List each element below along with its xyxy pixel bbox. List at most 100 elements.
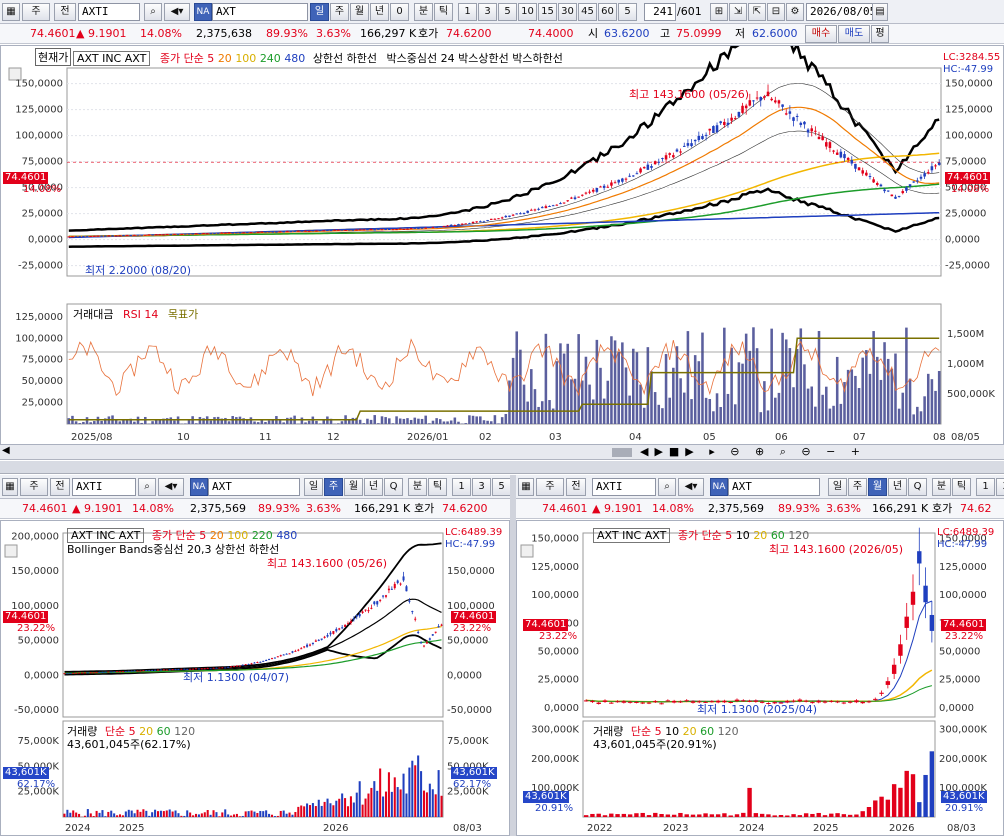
vol-amount-bar	[595, 339, 599, 424]
monthly-period-3[interactable]: 년	[888, 478, 907, 496]
weekly-settings-icon[interactable]: ▦	[2, 478, 18, 496]
tool-icon-2[interactable]: ⇲	[729, 3, 747, 21]
weekly-period-1[interactable]: 주	[324, 478, 343, 496]
main-period-2[interactable]: 월	[350, 3, 369, 21]
monthly-y-tick-right: 25,0000	[939, 675, 980, 686]
monthly-search-icon[interactable]: ⌕	[658, 478, 676, 496]
candle-body	[537, 208, 540, 210]
candle-body	[905, 187, 908, 191]
type-button[interactable]: 주	[22, 3, 50, 21]
monthly-type-button[interactable]: 주	[536, 478, 564, 496]
weekly-code-input[interactable]: AXTI	[72, 478, 136, 496]
monthly-speaker-icon[interactable]: ◀▾	[678, 478, 704, 496]
weekly-vol-bar	[276, 815, 279, 817]
monthly-period-6[interactable]: 틱	[952, 478, 971, 496]
main-period-3[interactable]: 년	[370, 3, 389, 21]
weekly-type-button[interactable]: 주	[20, 478, 48, 496]
weekly-vol-bar	[247, 811, 250, 817]
weekly-jeon-button[interactable]: 전	[50, 478, 70, 496]
monthly-period-5[interactable]: 분	[932, 478, 951, 496]
main-chart[interactable]: 150,0000 150,0000125,0000 125,0000100,0000…	[1, 46, 1003, 444]
date-input[interactable]: 2026/08/05	[806, 3, 876, 21]
main-minute-8[interactable]: 5	[618, 3, 637, 21]
count-input[interactable]: 241	[644, 3, 676, 21]
weekly-vol-bar	[142, 809, 145, 817]
weekly-candle-body	[408, 600, 411, 602]
monthly-settings-icon[interactable]: ▦	[518, 478, 534, 496]
weekly-candle-body	[89, 672, 92, 674]
candle-body	[872, 179, 875, 183]
main-minute-4[interactable]: 15	[538, 3, 557, 21]
nav-controls[interactable]: ◀▶■▶ ▸ ⊖ ⊕ ⌕ ⊖ − +	[640, 445, 866, 459]
candle-body	[795, 115, 799, 117]
sell-button[interactable]: 매도	[838, 25, 870, 43]
vol-amount-bar	[814, 406, 817, 424]
weekly-search-icon[interactable]: ⌕	[138, 478, 156, 496]
main-minute-6[interactable]: 45	[578, 3, 597, 21]
weekly-name-input[interactable]: AXT	[208, 478, 300, 496]
candle-body	[548, 205, 551, 207]
main-minute-3[interactable]: 10	[518, 3, 537, 21]
calendar-icon[interactable]: ▤	[872, 3, 888, 21]
main-period-6[interactable]: 틱	[434, 3, 453, 21]
monthly-chart[interactable]: 150,0000 150,0000125,0000 125,0000100,0000…	[517, 521, 1003, 835]
code-input[interactable]: AXTI	[78, 3, 140, 21]
candle-body	[249, 232, 253, 234]
weekly-period-2[interactable]: 월	[344, 478, 363, 496]
tool-icon-4[interactable]: ⊟	[767, 3, 785, 21]
monthly-volume: 2,375,569	[708, 502, 764, 515]
monthly-vol-pct-left: 20.91%	[535, 803, 574, 814]
weekly-period-4[interactable]: Q	[384, 478, 403, 496]
monthly-code-input[interactable]: AXTI	[592, 478, 656, 496]
main-minute-7[interactable]: 60	[598, 3, 617, 21]
main-legend: AXT INC AXT 종가 단순 5 20 100 240 480 상한선 하…	[73, 50, 563, 66]
monthly-period-0[interactable]: 일	[828, 478, 847, 496]
buy-button[interactable]: 매수	[805, 25, 837, 43]
weekly-period-5[interactable]: 분	[408, 478, 427, 496]
monthly-period-4[interactable]: Q	[908, 478, 927, 496]
monthly-name-input[interactable]: AXT	[728, 478, 820, 496]
monthly-minute-0[interactable]: 1	[976, 478, 995, 496]
search-icon[interactable]: ⌕	[144, 3, 162, 21]
weekly-period-3[interactable]: 년	[364, 478, 383, 496]
vol-amount-bar	[635, 352, 639, 424]
main-period-4[interactable]: 0	[390, 3, 409, 21]
monthly-minute-1[interactable]: 3	[996, 478, 1004, 496]
sub-y-tick-right: 1,500M	[947, 329, 984, 340]
scroll-left-icon[interactable]: ◀	[2, 445, 10, 456]
left-price-pct: 14.08%	[23, 184, 62, 195]
weekly-period-0[interactable]: 일	[304, 478, 323, 496]
weekly-vol-bar	[311, 803, 314, 817]
tool-icon-1[interactable]: ⊞	[710, 3, 728, 21]
avg-button[interactable]: 평	[871, 25, 889, 43]
gear-icon[interactable]: ⚙	[786, 3, 804, 21]
name-input[interactable]: AXT	[212, 3, 308, 21]
weekly-minute-1[interactable]: 3	[472, 478, 491, 496]
main-minute-0[interactable]: 1	[458, 3, 477, 21]
monthly-x-tick: 08/03	[947, 823, 976, 834]
weekly-minute-2[interactable]: 5	[492, 478, 511, 496]
monthly-jeon-button[interactable]: 전	[566, 478, 586, 496]
settings-icon[interactable]: ▦	[2, 3, 20, 21]
vol-amount-bar	[675, 346, 679, 424]
weekly-vol-bar	[148, 815, 151, 817]
monthly-period-2[interactable]: 월	[868, 478, 887, 496]
scroll-thumb[interactable]	[612, 448, 632, 457]
weekly-minute-0[interactable]: 1	[452, 478, 471, 496]
tool-icon-3[interactable]: ⇱	[748, 3, 766, 21]
main-minute-2[interactable]: 5	[498, 3, 517, 21]
monthly-y-tick: 0,0000	[544, 703, 579, 714]
weekly-period-6[interactable]: 틱	[428, 478, 447, 496]
main-minute-1[interactable]: 3	[478, 3, 497, 21]
monthly-vol-bar	[879, 796, 884, 817]
speaker-icon[interactable]: ◀▾	[164, 3, 190, 21]
main-scrollbar[interactable]: ◀ ◀▶■▶ ▸ ⊖ ⊕ ⌕ ⊖ − +	[0, 445, 1004, 460]
vol-amount-bar	[224, 417, 227, 424]
main-period-0[interactable]: 일	[310, 3, 329, 21]
main-period-1[interactable]: 주	[330, 3, 349, 21]
main-minute-5[interactable]: 30	[558, 3, 577, 21]
monthly-period-1[interactable]: 주	[848, 478, 867, 496]
main-period-5[interactable]: 분	[414, 3, 433, 21]
jeon-button[interactable]: 전	[54, 3, 76, 21]
weekly-speaker-icon[interactable]: ◀▾	[158, 478, 184, 496]
